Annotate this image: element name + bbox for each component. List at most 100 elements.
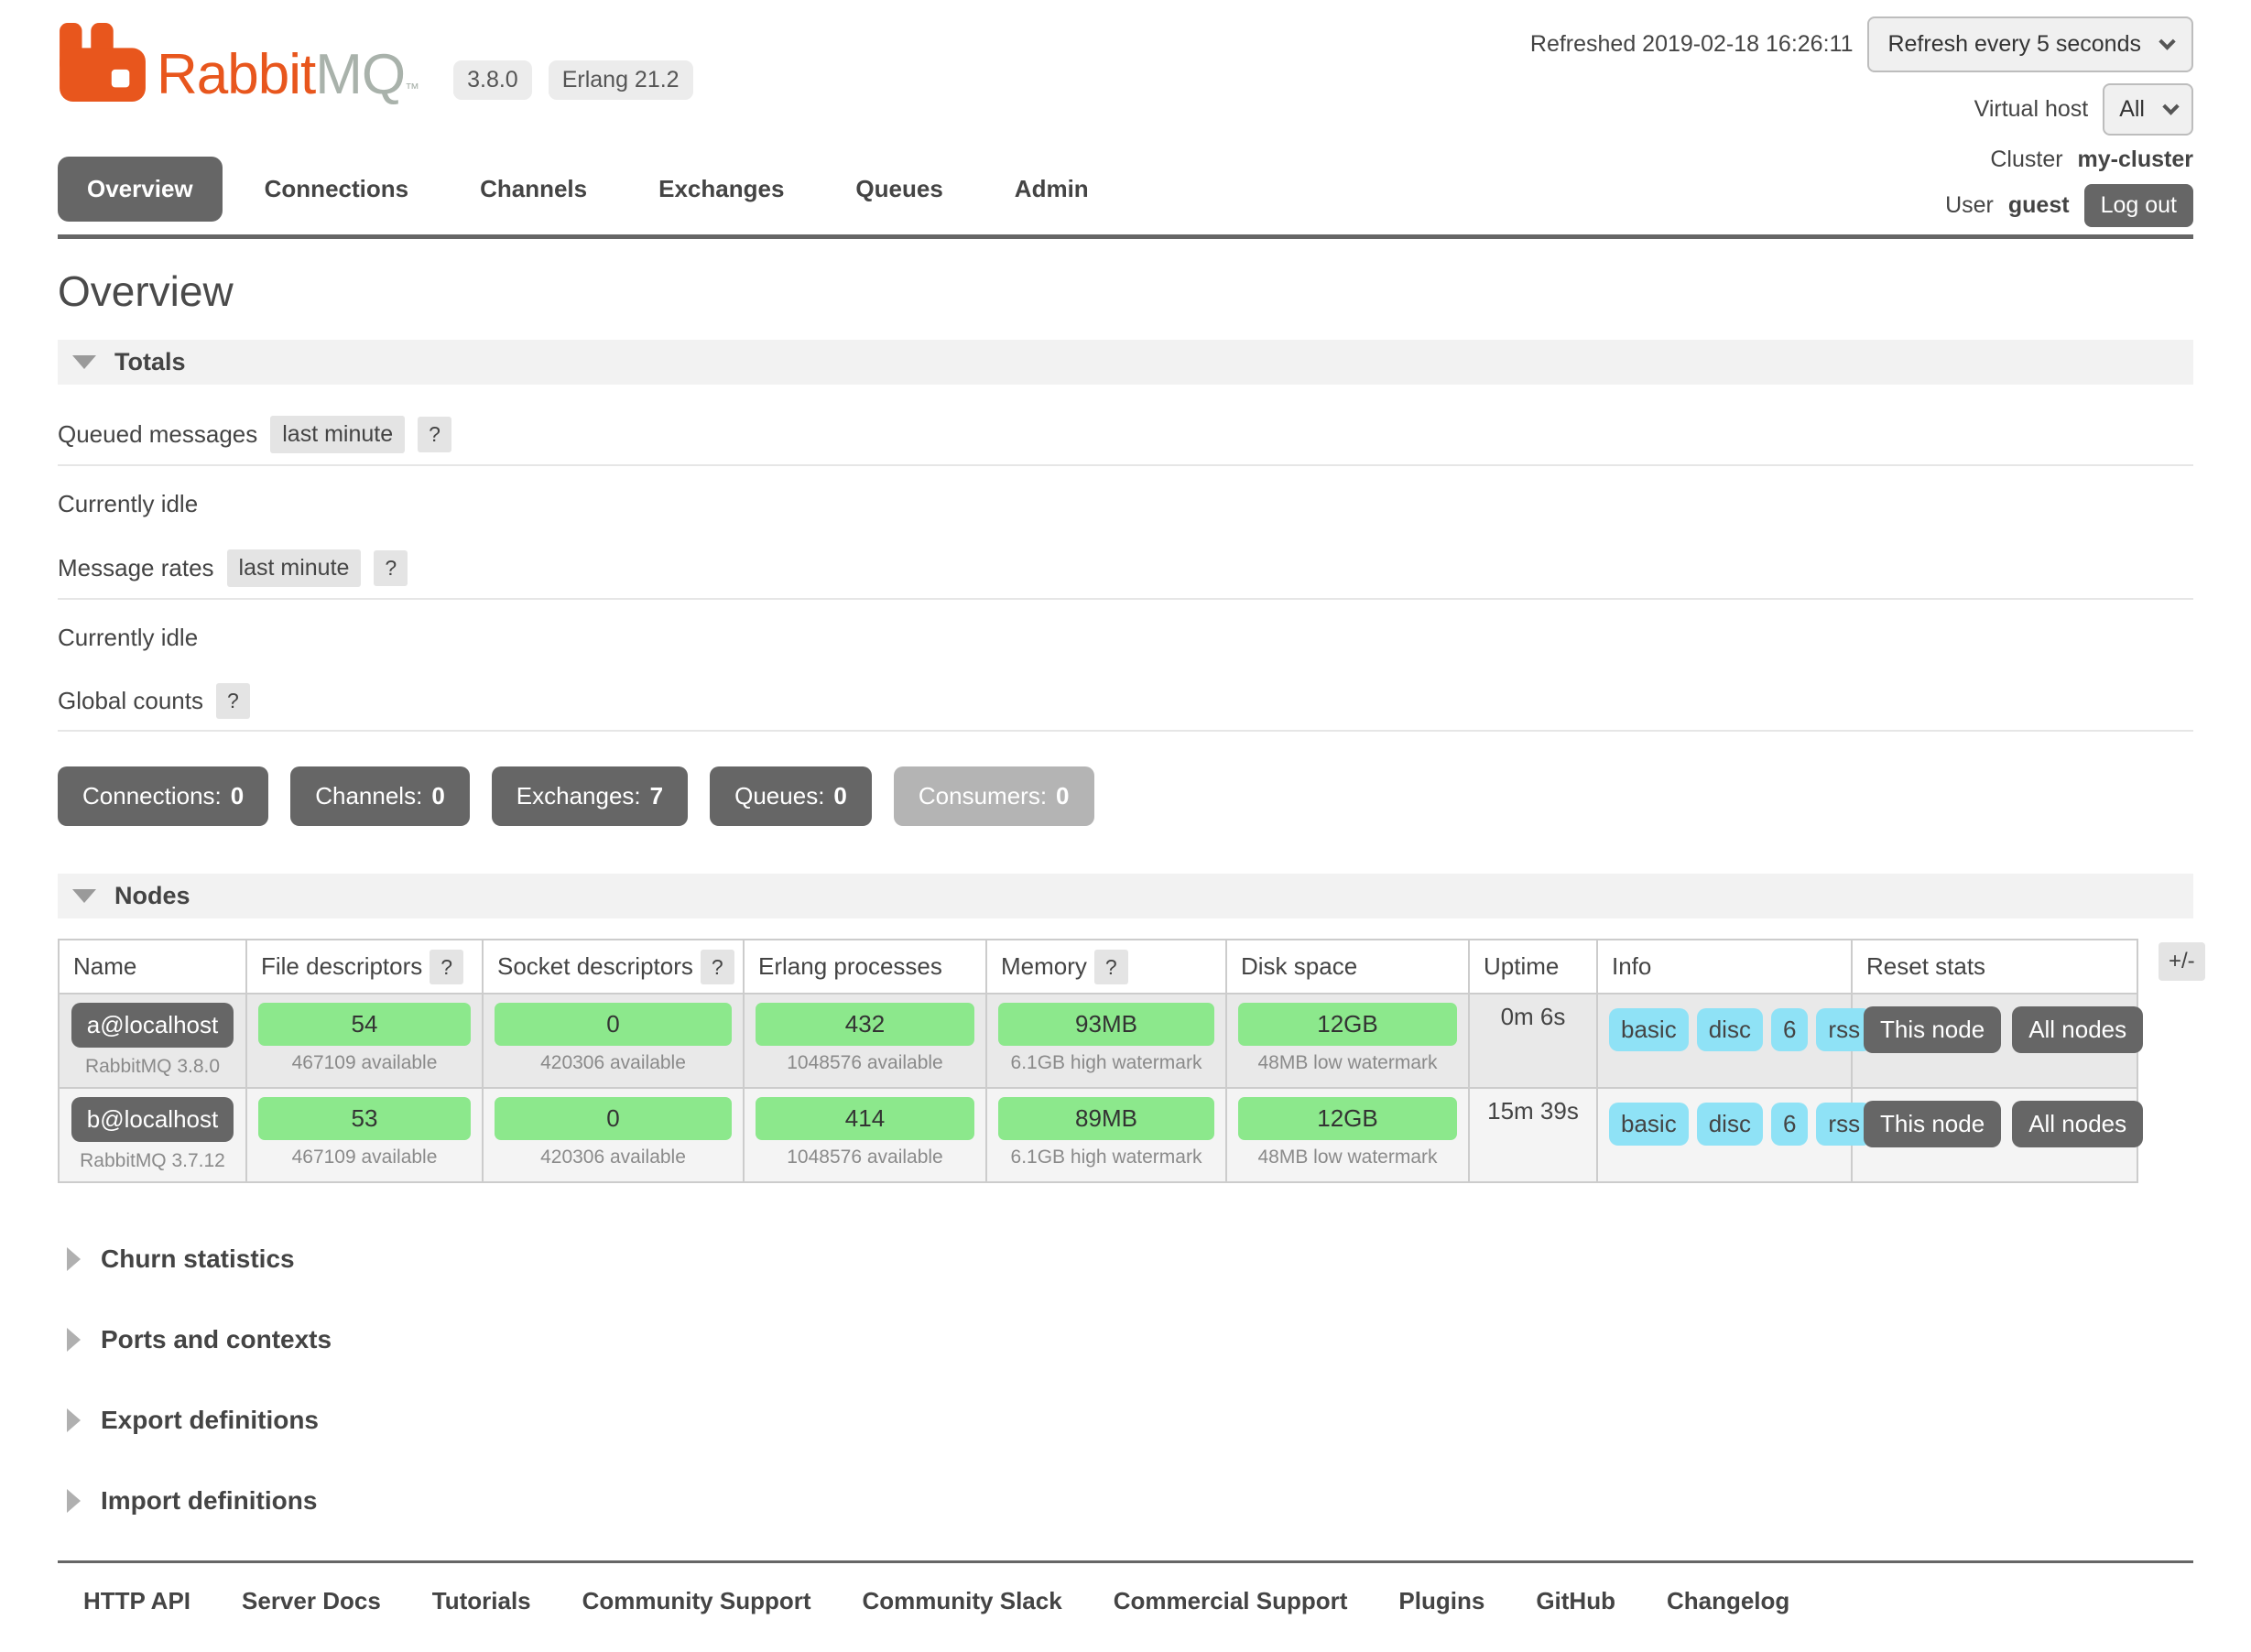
sd-help-icon[interactable]: ? <box>701 950 734 984</box>
footer-link-community-slack[interactable]: Community Slack <box>863 1587 1062 1615</box>
channels-count-value: 0 <box>431 782 444 810</box>
node-b-memory-cell: 89MB 6.1GB high watermark <box>986 1088 1226 1182</box>
fd-help-icon[interactable]: ? <box>430 950 463 984</box>
info-badge-disc: disc <box>1697 1008 1763 1051</box>
rabbitmq-overview-page: RabbitMQ™ 3.8.0 Erlang 21.2 Refreshed 20… <box>0 0 2251 1652</box>
col-socket-descriptors: Socket descriptors? <box>483 940 744 994</box>
node-b-disk-value: 12GB <box>1238 1097 1457 1140</box>
node-b-memory-value: 89MB <box>998 1097 1214 1140</box>
node-b-fd-cell: 53 467109 available <box>246 1088 483 1182</box>
connections-count-button[interactable]: Connections: 0 <box>58 766 268 826</box>
tab-connections[interactable]: Connections <box>235 157 438 222</box>
rabbitmq-rabbit-icon <box>58 23 147 103</box>
global-counts-label: Global counts <box>58 687 203 715</box>
section-import-definitions[interactable]: Import definitions <box>58 1469 2193 1533</box>
channels-count-label: Channels: <box>315 782 422 810</box>
section-totals-label: Totals <box>114 348 186 376</box>
tab-admin[interactable]: Admin <box>985 157 1118 222</box>
reset-all-nodes-button[interactable]: All nodes <box>2012 1006 2143 1053</box>
footer-link-commercial-support[interactable]: Commercial Support <box>1114 1587 1348 1615</box>
section-nodes-label: Nodes <box>114 882 190 910</box>
info-badge-plugins-count: 6 <box>1771 1008 1808 1051</box>
tab-queues[interactable]: Queues <box>826 157 972 222</box>
col-uptime: Uptime <box>1469 940 1597 994</box>
refresh-row: Refreshed 2019-02-18 16:26:11 Refresh ev… <box>1530 16 2193 72</box>
col-file-descriptors-label: File descriptors <box>261 952 422 980</box>
queues-count-value: 0 <box>833 782 846 810</box>
brand-rabbit: Rabbit <box>157 43 315 106</box>
node-a-proc-cell: 432 1048576 available <box>744 994 986 1088</box>
node-b-reset-cell: This node All nodes <box>1852 1088 2137 1182</box>
chevron-down-icon <box>2162 98 2179 114</box>
header-right-controls: Refreshed 2019-02-18 16:26:11 Refresh ev… <box>1530 16 2193 227</box>
node-a-name-badge[interactable]: a@localhost <box>71 1003 234 1048</box>
reset-this-node-button[interactable]: This node <box>1864 1006 2001 1053</box>
column-toggle-button[interactable]: +/- <box>2159 942 2205 981</box>
queued-help-icon[interactable]: ? <box>418 417 451 452</box>
memory-help-icon[interactable]: ? <box>1094 950 1128 984</box>
section-export-definitions[interactable]: Export definitions <box>58 1388 2193 1452</box>
tab-exchanges[interactable]: Exchanges <box>629 157 813 222</box>
node-b-disk-watermark: 48MB low watermark <box>1238 1147 1457 1168</box>
node-b-memory-watermark: 6.1GB high watermark <box>998 1147 1214 1168</box>
info-badge-disc: disc <box>1697 1103 1763 1146</box>
node-a-fd-available: 467109 available <box>258 1052 471 1074</box>
node-row-b: b@localhost RabbitMQ 3.7.12 53 467109 av… <box>59 1088 2137 1182</box>
channels-count-button[interactable]: Channels: 0 <box>290 766 470 826</box>
footer-link-plugins[interactable]: Plugins <box>1398 1587 1484 1615</box>
rates-help-icon[interactable]: ? <box>374 550 408 586</box>
node-a-reset-cell: This node All nodes <box>1852 994 2137 1088</box>
node-a-fd-value: 54 <box>258 1003 471 1046</box>
node-a-proc-value: 432 <box>756 1003 974 1046</box>
node-a-name-cell: a@localhost RabbitMQ 3.8.0 <box>59 994 246 1088</box>
exchanges-count-value: 7 <box>650 782 663 810</box>
brand-wordmark: RabbitMQ™ <box>157 47 419 103</box>
section-nodes[interactable]: Nodes <box>58 874 2193 918</box>
cluster-row: Cluster my-cluster <box>1990 147 2193 173</box>
reset-this-node-button[interactable]: This node <box>1864 1101 2001 1147</box>
footer-link-changelog[interactable]: Changelog <box>1667 1587 1789 1615</box>
footer-link-http-api[interactable]: HTTP API <box>83 1587 190 1615</box>
triangle-right-icon <box>67 1247 81 1271</box>
col-erlang-processes: Erlang processes <box>744 940 986 994</box>
tab-channels[interactable]: Channels <box>451 157 616 222</box>
footer-link-tutorials[interactable]: Tutorials <box>432 1587 531 1615</box>
header: RabbitMQ™ 3.8.0 Erlang 21.2 Refreshed 20… <box>58 0 2193 239</box>
exchanges-count-button[interactable]: Exchanges: 7 <box>492 766 688 826</box>
node-a-info-cell: basic disc 6 rss <box>1597 994 1852 1088</box>
section-ports-and-contexts-label: Ports and contexts <box>101 1325 332 1354</box>
node-b-fd-available: 467109 available <box>258 1147 471 1168</box>
node-a-fd-cell: 54 467109 available <box>246 994 483 1088</box>
node-b-name-badge[interactable]: b@localhost <box>71 1097 234 1142</box>
connections-count-value: 0 <box>231 782 244 810</box>
virtual-host-select[interactable]: All <box>2103 83 2193 136</box>
brand-mq: MQ <box>315 43 405 106</box>
info-badge-plugins-count: 6 <box>1771 1103 1808 1146</box>
tabs-divider <box>58 234 2193 239</box>
section-import-definitions-label: Import definitions <box>101 1486 317 1516</box>
user-row: User guest Log out <box>1945 184 2193 227</box>
refresh-interval-select[interactable]: Refresh every 5 seconds <box>1867 16 2193 72</box>
footer-link-github[interactable]: GitHub <box>1536 1587 1615 1615</box>
rabbitmq-version-badge: 3.8.0 <box>453 60 532 100</box>
nodes-header-row: Name File descriptors? Socket descriptor… <box>59 940 2137 994</box>
queues-count-button[interactable]: Queues: 0 <box>710 766 872 826</box>
footer-link-server-docs[interactable]: Server Docs <box>242 1587 381 1615</box>
user-name: guest <box>2008 192 2070 219</box>
section-churn-statistics[interactable]: Churn statistics <box>58 1227 2193 1291</box>
trademark-symbol: ™ <box>405 82 419 97</box>
node-b-reset-buttons: This node All nodes <box>1864 1097 2126 1147</box>
global-count-buttons: Connections: 0 Channels: 0 Exchanges: 7 … <box>58 766 2193 826</box>
footer-links: HTTP API Server Docs Tutorials Community… <box>83 1587 2193 1615</box>
global-counts-help-icon[interactable]: ? <box>216 683 250 719</box>
reset-all-nodes-button[interactable]: All nodes <box>2012 1101 2143 1147</box>
message-rates-label: Message rates <box>58 554 214 582</box>
logout-button[interactable]: Log out <box>2084 184 2193 227</box>
section-totals[interactable]: Totals <box>58 340 2193 385</box>
virtual-host-label: Virtual host <box>1974 96 2089 123</box>
tab-overview[interactable]: Overview <box>58 157 223 222</box>
footer-link-community-support[interactable]: Community Support <box>582 1587 811 1615</box>
page-title: Overview <box>58 266 2193 316</box>
node-a-sd-value: 0 <box>495 1003 732 1046</box>
section-ports-and-contexts[interactable]: Ports and contexts <box>58 1308 2193 1372</box>
